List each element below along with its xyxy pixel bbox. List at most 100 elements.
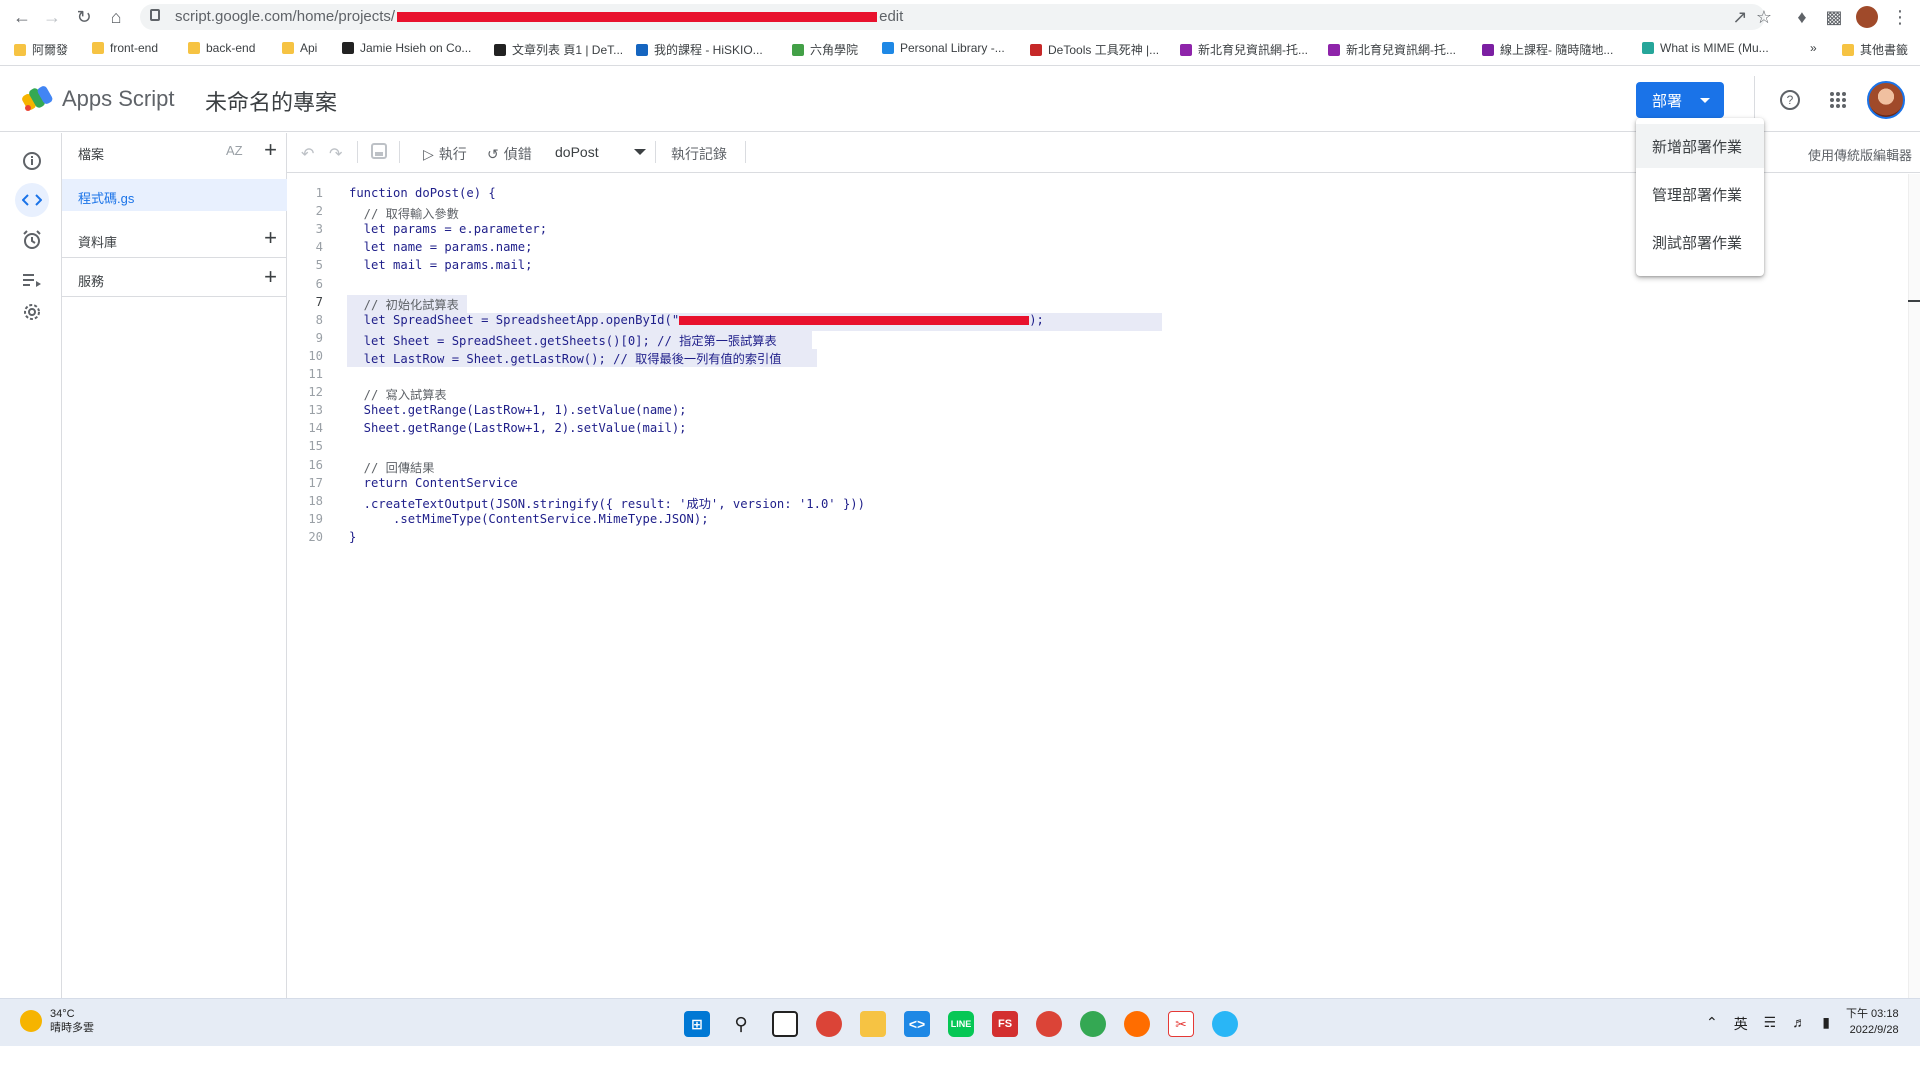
bookmark-item[interactable]: » bbox=[1810, 41, 1817, 55]
clock[interactable]: 下午 03:18 2022/9/28 bbox=[1846, 1006, 1899, 1038]
add-library-icon[interactable]: + bbox=[264, 227, 277, 249]
bookmark-item[interactable]: 文章列表 頁1 | DeT... bbox=[494, 41, 623, 58]
execution-log-button[interactable]: 執行記錄 bbox=[671, 144, 727, 164]
overview-info-icon[interactable] bbox=[15, 144, 49, 178]
star-icon[interactable]: ☆ bbox=[1752, 5, 1776, 29]
reload-icon[interactable]: ↻ bbox=[72, 5, 96, 29]
forward-icon[interactable]: → bbox=[40, 5, 64, 29]
vscode-icon[interactable]: <> bbox=[904, 1011, 930, 1037]
chrome-icon[interactable] bbox=[816, 1011, 842, 1037]
bookmark-item[interactable]: 新北育兒資訊網-托... bbox=[1328, 41, 1456, 58]
windows-start-icon[interactable]: ⊞ bbox=[684, 1011, 710, 1037]
snipping-tool-icon[interactable]: ✂ bbox=[1168, 1011, 1194, 1037]
code-line[interactable]: Sheet.getRange(LastRow+1, 1).setValue(na… bbox=[349, 403, 687, 417]
sort-az-icon[interactable]: AZ bbox=[226, 143, 243, 158]
code-line[interactable]: let LastRow = Sheet.getLastRow(); // 取得最… bbox=[349, 349, 782, 367]
add-file-icon[interactable]: + bbox=[264, 139, 277, 161]
function-select[interactable]: doPost bbox=[555, 144, 646, 160]
volume-icon[interactable]: ♬ bbox=[1792, 1014, 1806, 1034]
deploy-menu-item[interactable]: 管理部署作業 bbox=[1636, 172, 1764, 216]
bookmark-item[interactable]: What is MIME (Mu... bbox=[1642, 41, 1769, 55]
bookmark-item[interactable]: Jamie Hsieh on Co... bbox=[342, 41, 471, 55]
postman-icon[interactable] bbox=[1124, 1011, 1150, 1037]
line-icon[interactable]: LINE bbox=[948, 1011, 974, 1037]
bookmark-label: 其他書籤 bbox=[1860, 43, 1909, 57]
bookmark-item[interactable]: 我的課程 - HiSKIO... bbox=[636, 41, 763, 58]
chrome-profile-icon[interactable] bbox=[1080, 1011, 1106, 1037]
bookmark-item[interactable]: back-end bbox=[188, 41, 255, 55]
lock-icon[interactable] bbox=[150, 9, 160, 21]
wifi-icon[interactable]: ☴ bbox=[1764, 1014, 1777, 1034]
code-line[interactable]: // 初始化試算表 bbox=[349, 295, 459, 313]
url-text[interactable]: script.google.com/home/projects/edit bbox=[175, 8, 903, 25]
code-editor[interactable]: 1 function doPost(e) {2 // 取得輸入參數 3 let pa… bbox=[287, 174, 1920, 998]
more-menu-icon[interactable]: ⋮ bbox=[1888, 5, 1912, 29]
run-button[interactable]: ▷ 執行 bbox=[423, 144, 467, 164]
back-icon[interactable]: ← bbox=[10, 5, 34, 29]
code-line[interactable]: let SpreadSheet = SpreadsheetApp.openByI… bbox=[349, 313, 1044, 327]
code-line[interactable]: let name = params.name; bbox=[349, 240, 533, 254]
settings-gear-icon[interactable] bbox=[15, 295, 49, 329]
task-view-icon[interactable] bbox=[772, 1011, 798, 1037]
help-icon[interactable]: ? bbox=[1776, 86, 1804, 114]
code-line[interactable]: // 回傳結果 bbox=[349, 458, 435, 476]
code-line[interactable]: Sheet.getRange(LastRow+1, 2).setValue(ma… bbox=[349, 421, 687, 435]
profile-avatar-icon[interactable] bbox=[1856, 6, 1878, 28]
code-text: Sheet.getRange(LastRow+1, 1).setValue(na… bbox=[349, 403, 687, 418]
extensions-icon[interactable]: ♦ bbox=[1790, 5, 1814, 29]
chrome-active-icon[interactable] bbox=[1036, 1011, 1062, 1037]
execution-log-label: 執行記錄 bbox=[671, 146, 727, 162]
app-header: Apps Script 未命名的專案 部署 ? bbox=[0, 66, 1920, 132]
chevron-up-icon[interactable]: ⌃ bbox=[1706, 1014, 1718, 1034]
deploy-menu-item[interactable]: 測試部署作業 bbox=[1636, 220, 1764, 264]
project-title[interactable]: 未命名的專案 bbox=[205, 85, 337, 117]
code-line[interactable]: return ContentService bbox=[349, 476, 518, 490]
undo-icon[interactable]: ↶ bbox=[301, 144, 314, 164]
add-service-icon[interactable]: + bbox=[264, 266, 277, 288]
executions-list-icon[interactable] bbox=[15, 263, 49, 297]
code-line[interactable]: let params = e.parameter; bbox=[349, 222, 547, 236]
code-line[interactable]: .createTextOutput(JSON.stringify({ resul… bbox=[349, 494, 865, 512]
share-icon[interactable]: ↗ bbox=[1728, 5, 1752, 29]
code-line[interactable]: function doPost(e) { bbox=[349, 186, 496, 200]
code-line[interactable]: // 寫入試算表 bbox=[349, 385, 447, 403]
deploy-button[interactable]: 部署 bbox=[1636, 82, 1724, 118]
sidepanel-icon[interactable]: ▩ bbox=[1822, 5, 1846, 29]
ime-indicator[interactable]: 英 bbox=[1734, 1014, 1748, 1034]
code-line[interactable]: .setMimeType(ContentService.MimeType.JSO… bbox=[349, 512, 709, 526]
code-line[interactable]: // 取得輸入參數 bbox=[349, 204, 459, 222]
deploy-menu-item[interactable]: 新增部署作業 bbox=[1636, 124, 1764, 168]
code-line[interactable]: let mail = params.mail; bbox=[349, 258, 533, 272]
paint-icon[interactable] bbox=[1212, 1011, 1238, 1037]
legacy-editor-link[interactable]: 使用傳統版編輯器 bbox=[1808, 145, 1912, 164]
bookmark-item[interactable]: Personal Library -... bbox=[882, 41, 1005, 55]
bookmark-item[interactable]: Api bbox=[282, 41, 317, 55]
bookmark-item[interactable]: DeTools 工具死神 |... bbox=[1030, 41, 1159, 58]
save-icon[interactable] bbox=[371, 143, 387, 159]
bookmark-item[interactable]: 線上課程- 隨時隨地... bbox=[1482, 41, 1613, 58]
debug-button[interactable]: ↺ 偵錯 bbox=[487, 144, 532, 164]
file-explorer-icon[interactable] bbox=[860, 1011, 886, 1037]
search-icon[interactable]: ⚲ bbox=[728, 1011, 754, 1037]
home-icon[interactable]: ⌂ bbox=[104, 5, 128, 29]
editor-scrollbar[interactable] bbox=[1908, 174, 1920, 998]
triggers-alarm-icon[interactable] bbox=[15, 223, 49, 257]
bookmark-item[interactable]: 新北育兒資訊網-托... bbox=[1180, 41, 1308, 58]
bookmark-item[interactable]: front-end bbox=[92, 41, 158, 55]
account-avatar[interactable] bbox=[1867, 81, 1905, 119]
bookmark-item[interactable]: 六角學院 bbox=[792, 41, 858, 58]
file-item-code-gs[interactable]: 程式碼.gs bbox=[62, 179, 287, 211]
code-line[interactable]: let Sheet = SpreadSheet.getSheets()[0]; … bbox=[349, 331, 777, 349]
bookmark-item[interactable]: 其他書籤 bbox=[1842, 41, 1908, 58]
redo-icon[interactable]: ↷ bbox=[329, 144, 342, 164]
browser-nav-row: ← → ↻ ⌂ script.google.com/home/projects/… bbox=[0, 0, 1920, 34]
bookmark-label: 文章列表 頁1 | DeT... bbox=[512, 43, 624, 57]
bookmark-item[interactable]: 阿爾發 bbox=[14, 41, 68, 58]
code-line[interactable]: } bbox=[349, 530, 356, 544]
editor-code-icon[interactable] bbox=[15, 183, 49, 217]
apps-script-logo-icon[interactable] bbox=[22, 84, 54, 112]
app-icon[interactable]: FS bbox=[992, 1011, 1018, 1037]
battery-icon[interactable]: ▮ bbox=[1822, 1014, 1830, 1034]
apps-grid-icon[interactable] bbox=[1824, 86, 1852, 114]
weather-widget[interactable]: 34°C 晴時多雲 bbox=[20, 1007, 94, 1035]
